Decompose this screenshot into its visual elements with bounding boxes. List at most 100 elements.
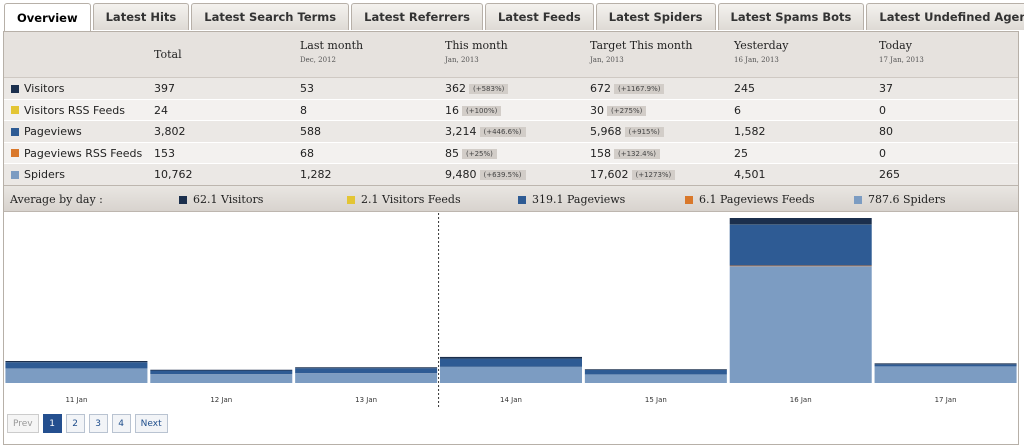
page-button-1[interactable]: 1 (42, 414, 62, 433)
x-axis-tick-label: 15 Jan (644, 396, 667, 404)
column-header-label: Yesterday (734, 39, 789, 52)
row-label: Visitors (11, 82, 64, 95)
value-last-month: 8 (300, 103, 307, 117)
legend-swatch (518, 195, 526, 204)
column-header-date: Jan, 2013 (445, 56, 479, 64)
value-total: 3,802 (154, 125, 186, 138)
column-header-today: Today 17 Jan, 2013 (879, 39, 924, 64)
x-axis-tick-label: 12 Jan (210, 396, 233, 404)
average-item-label: 62.1 Visitors (193, 193, 264, 206)
column-header-last-month: Last month Dec, 2012 (300, 39, 363, 64)
summary-rows: Visitors 397 53 362 (+583%) 672 (+1167.9%) 245 3… (4, 78, 1018, 186)
value-total: 153 (154, 146, 175, 160)
column-header-label: Last month (300, 39, 364, 52)
legend-swatch (685, 195, 693, 204)
bar-segment-pageviews (584, 370, 727, 375)
bar-segment-visitors (874, 363, 1017, 365)
legend-swatch (11, 84, 19, 93)
summary-table: Total Last month Dec, 2012 This month Jan, 2… (4, 32, 1018, 186)
bar-segment-pageviews (874, 364, 1017, 367)
legend-swatch (11, 170, 19, 179)
next-page-button[interactable]: Next (134, 414, 168, 433)
average-item: 319.1 Pageviews (518, 193, 625, 206)
value-today: 80 (879, 125, 893, 138)
column-header-label: Target This month (590, 39, 693, 52)
row-label-text: Visitors (24, 82, 65, 95)
bar-segment-spiders (440, 366, 582, 383)
tab-latest-spiders[interactable]: Latest Spiders (595, 3, 716, 30)
column-header-date: Dec, 2012 (300, 56, 336, 64)
average-by-day-bar: Average by day : 62.1 Visitors 2.1 Visito… (4, 185, 1018, 212)
value-this-month: 9,480 (+639.5%) (445, 168, 526, 181)
page-button-4[interactable]: 4 (111, 414, 131, 433)
value-target-this-month: 672 (+1167.9%) (590, 82, 665, 95)
legend-swatch (179, 195, 187, 204)
page-button-2[interactable]: 2 (65, 414, 85, 433)
bar-segment-pageviews-feeds (729, 265, 872, 267)
percent-badge: (+915%) (624, 127, 664, 137)
value-target-this-month: 17,602 (+1273%) (590, 168, 676, 181)
value-this-month: 3,214 (+446.6%) (445, 125, 526, 138)
value-last-month: 53 (300, 82, 314, 95)
column-header-date: 17 Jan, 2013 (879, 56, 924, 64)
value-target-this-month: 158 (+132.4%) (590, 147, 661, 160)
bar-segment-visitors (295, 367, 438, 369)
value-today: 0 (879, 146, 886, 160)
summary-row-pageviews-rss-feeds: Pageviews RSS Feeds 153 68 85 (+25%) 158 (+132… (4, 142, 1018, 164)
tab-latest-feeds[interactable]: Latest Feeds (484, 3, 594, 30)
tab-latest-spams-bots[interactable]: Latest Spams Bots (717, 3, 865, 30)
summary-row-pageviews: Pageviews 3,802 588 3,214 (+446.6%) 5,968 (+91… (4, 121, 1018, 143)
column-header-yesterday: Yesterday 16 Jan, 2013 (734, 39, 788, 64)
bar-segment-pageviews (5, 362, 148, 369)
value-last-month: 68 (300, 146, 314, 160)
value-yesterday: 25 (734, 146, 748, 160)
bar-segment-pageviews (295, 368, 438, 374)
prev-page-button[interactable]: Prev (7, 414, 39, 433)
column-header-this-month: This month Jan, 2013 (445, 39, 508, 64)
page-button-3[interactable]: 3 (88, 414, 108, 433)
x-axis-tick-label: 11 Jan (65, 396, 88, 404)
column-header-label: Total (154, 48, 182, 61)
legend-swatch (11, 127, 19, 136)
tab-latest-hits[interactable]: Latest Hits (92, 3, 190, 30)
value-total: 397 (154, 82, 175, 95)
value-this-month: 85 (+25%) (445, 147, 497, 160)
bar-segment-visitors (5, 360, 148, 363)
row-label: Spiders (11, 168, 65, 181)
x-axis-tick-label: 16 Jan (789, 396, 812, 404)
average-item: 2.1 Visitors Feeds (347, 193, 461, 206)
x-axis-tick-label: 14 Jan (500, 396, 522, 404)
column-header-total: Total (154, 48, 182, 61)
percent-badge: (+583%) (469, 84, 509, 94)
percent-badge: (+1167.9%) (614, 84, 665, 94)
legend-swatch (11, 106, 19, 114)
column-header-date: Jan, 2013 (590, 56, 624, 64)
average-title: Average by day : (10, 193, 103, 206)
value-today: 265 (879, 168, 900, 181)
percent-badge: (+1273%) (631, 170, 676, 180)
percent-badge: (+446.6%) (479, 127, 526, 137)
bar-segment-spiders (729, 266, 872, 383)
average-item: 787.6 Spiders (854, 193, 946, 206)
tab-bar: Overview Latest Hits Latest Search Terms La… (4, 3, 1024, 31)
average-item-label: 6.1 Pageviews Feeds (699, 193, 815, 206)
tab-overview[interactable]: Overview (4, 3, 91, 31)
tab-latest-search-terms[interactable]: Latest Search Terms (191, 3, 350, 30)
bar-segment-pageviews (150, 370, 293, 375)
column-header-target-this-month: Target This month Jan, 2013 (590, 39, 693, 64)
tab-latest-undefined-agents[interactable]: Latest Undefined Agents (866, 3, 1024, 30)
average-item-label: 2.1 Visitors Feeds (361, 193, 461, 206)
average-item-label: 319.1 Pageviews (532, 193, 626, 206)
legend-swatch (347, 195, 355, 204)
value-last-month: 1,282 (300, 168, 332, 181)
daily-stacked-bar-chart (5, 213, 1017, 409)
tab-latest-referrers[interactable]: Latest Referrers (351, 3, 483, 30)
summary-row-visitors-rss-feeds: Visitors RSS Feeds 24 8 16 (+100%) 30 (+275%) 6… (4, 99, 1018, 121)
pagination: Prev 1 2 3 4 Next (7, 414, 168, 433)
overview-panel: Total Last month Dec, 2012 This month Jan, 2… (3, 31, 1019, 445)
percent-badge: (+25%) (462, 148, 497, 159)
bar-segment-spiders (295, 373, 438, 383)
value-this-month: 362 (+583%) (445, 82, 509, 95)
bar-segment-visitors (150, 369, 293, 371)
value-today: 37 (879, 82, 893, 95)
